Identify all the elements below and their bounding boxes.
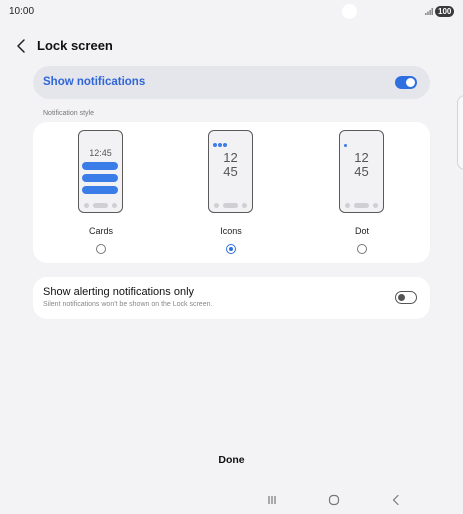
preview-dot	[344, 134, 348, 152]
status-time: 10:00	[9, 6, 35, 17]
radio-dot[interactable]	[357, 244, 367, 254]
preview-clock: 12:45	[89, 148, 112, 158]
cards-preview[interactable]: 12:45	[78, 130, 123, 213]
preview-card	[82, 162, 118, 170]
preview-bottom	[84, 203, 117, 208]
alerting-only-toggle[interactable]	[395, 291, 417, 304]
preview-clock-minute: 45	[354, 164, 369, 179]
camera-cutout	[342, 4, 357, 19]
preview-bottom	[345, 203, 378, 208]
icons-preview[interactable]: 12 45	[208, 130, 253, 213]
done-button[interactable]: Done	[0, 454, 463, 466]
preview-clock-hour: 12	[223, 150, 238, 165]
page-title: Lock screen	[37, 38, 113, 53]
radio-icons[interactable]	[226, 244, 236, 254]
show-notifications-row[interactable]: Show notifications	[33, 66, 430, 99]
alerting-only-description: Silent notifications won't be shown on t…	[43, 301, 213, 308]
dot-preview[interactable]: 12 45	[339, 130, 384, 213]
option-label-dot: Dot	[354, 226, 369, 236]
battery-icon: 100	[435, 6, 455, 17]
status-bar: 10:00 100	[0, 0, 463, 24]
edge-panel-handle[interactable]	[457, 95, 463, 170]
radio-cards[interactable]	[96, 244, 106, 254]
preview-clock-hour: 12	[354, 150, 369, 165]
signal-icon	[425, 8, 433, 15]
notification-style-card: 12:45 Cards 12 45 Icons 12 45 Dot	[33, 122, 430, 263]
show-notifications-label: Show notifications	[43, 76, 146, 88]
navigation-bar	[0, 490, 463, 510]
chevron-left-icon[interactable]	[14, 38, 30, 54]
alerting-only-row[interactable]: Show alerting notifications only Silent …	[33, 277, 430, 319]
alerting-only-label: Show alerting notifications only	[43, 286, 195, 298]
header: Lock screen	[0, 34, 463, 58]
show-notifications-toggle[interactable]	[395, 76, 417, 89]
toggle-knob	[397, 293, 405, 301]
toggle-knob	[406, 78, 415, 87]
option-label-cards: Cards	[88, 226, 113, 236]
preview-clock-minute: 45	[223, 164, 238, 179]
preview-card	[82, 186, 118, 194]
preview-card	[82, 174, 118, 182]
preview-bottom	[214, 203, 247, 208]
option-label-icons: Icons	[220, 226, 242, 236]
recents-icon[interactable]	[264, 492, 280, 508]
back-icon[interactable]	[388, 492, 404, 508]
home-icon[interactable]	[326, 492, 342, 508]
section-label: Notification style	[43, 110, 94, 117]
